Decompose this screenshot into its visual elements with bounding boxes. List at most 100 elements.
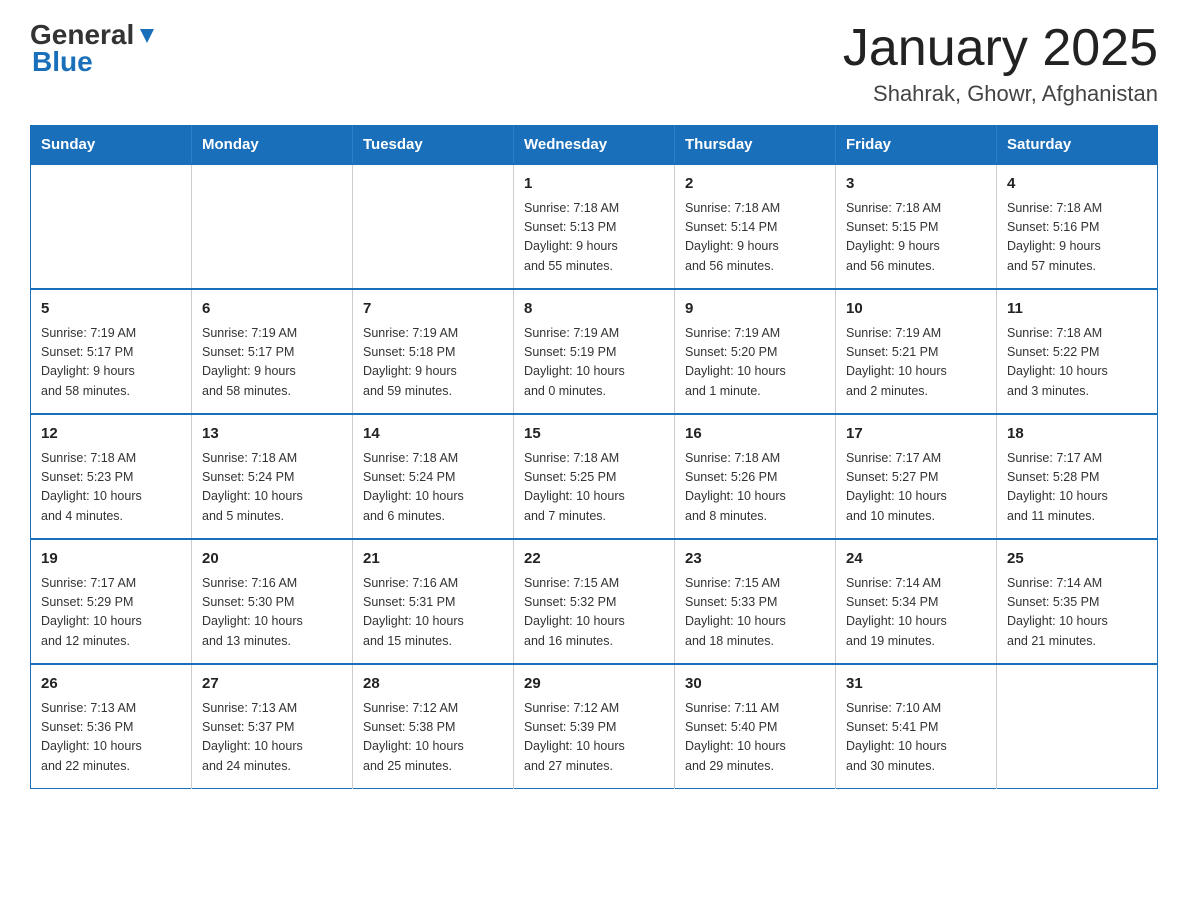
day-cell-19: 19Sunrise: 7:17 AM Sunset: 5:29 PM Dayli… [31,539,192,664]
day-info-12: Sunrise: 7:18 AM Sunset: 5:23 PM Dayligh… [41,449,181,527]
day-cell-20: 20 Sunrise: 7:16 AM Sunset: 5:30 PM Dayli… [192,539,353,664]
day-info-9: Sunrise: 7:19 AM Sunset: 5:20 PM Dayligh… [685,324,825,402]
day-info-30: Sunrise: 7:11 AM Sunset: 5:40 PM Dayligh… [685,699,825,777]
day-cell-5: 5Sunrise: 7:19 AM Sunset: 5:17 PM Daylig… [31,289,192,414]
day-info-17: Sunrise: 7:17 AM Sunset: 5:27 PM Dayligh… [846,449,986,527]
day-number-23: 23 [685,548,825,571]
day-cell-10: 10Sunrise: 7:19 AM Sunset: 5:21 PM Dayli… [836,289,997,414]
week-row-3: 12 Sunrise: 7:18 AM Sunset: 5:23 PM Dayli… [31,414,1158,539]
day-info-23: Sunrise: 7:15 AM Sunset: 5:33 PM Dayligh… [685,574,825,652]
day-cell-28: 28 Sunrise: 7:12 AM Sunset: 5:38 PM Dayli… [353,664,514,789]
day-cell-27: 27 Sunrise: 7:13 AM Sunset: 5:37 PM Dayli… [192,664,353,789]
week-row-2: 5 Sunrise: 7:19 AM Sunset: 5:17 PM Daylig… [31,289,1158,414]
logo: General Blue [30,20,158,78]
day-info-26: Sunrise: 7:13 AM Sunset: 5:36 PM Dayligh… [41,699,181,777]
day-info-25: Sunrise: 7:14 AM Sunset: 5:35 PM Dayligh… [1007,574,1147,652]
day-number-11: 11 [1007,298,1147,321]
day-cell-14: 14 Sunrise: 7:18 AM Sunset: 5:24 PM Dayli… [353,414,514,539]
day-info-20: Sunrise: 7:16 AM Sunset: 5:30 PM Dayligh… [202,574,342,652]
day-cell-24: 24 Sunrise: 7:14 AM Sunset: 5:34 PM Dayli… [836,539,997,664]
col-header-wednesday: Wednesday [514,126,675,165]
day-cell-7: 7 Sunrise: 7:19 AM Sunset: 5:18 PM Daylig… [353,289,514,414]
header-row: SundayMondayTuesdayWednesdayThursdayFrid… [31,126,1158,165]
day-info-16: Sunrise: 7:18 AM Sunset: 5:26 PM Dayligh… [685,449,825,527]
day-number-15: 15 [524,423,664,446]
day-number-6: 6 [202,298,342,321]
day-cell-15: 15 Sunrise: 7:18 AM Sunset: 5:25 PM Dayli… [514,414,675,539]
day-number-21: 21 [363,548,503,571]
day-cell-18: 18 Sunrise: 7:17 AM Sunset: 5:28 PM Dayli… [997,414,1158,539]
empty-cell [31,164,192,289]
day-info-31: Sunrise: 7:10 AM Sunset: 5:41 PM Dayligh… [846,699,986,777]
day-number-26: 26 [41,673,181,696]
title-block: January 2025 Shahrak, Ghowr, Afghanistan [843,20,1158,107]
day-number-29: 29 [524,673,664,696]
day-number-17: 17 [846,423,986,446]
calendar-title: January 2025 [843,20,1158,77]
day-info-24: Sunrise: 7:14 AM Sunset: 5:34 PM Dayligh… [846,574,986,652]
logo-blue-text: Blue [32,47,158,78]
day-cell-12: 12 Sunrise: 7:18 AM Sunset: 5:23 PM Dayli… [31,414,192,539]
day-cell-1: 1 Sunrise: 7:18 AM Sunset: 5:13 PM Daylig… [514,164,675,289]
day-info-3: Sunrise: 7:18 AM Sunset: 5:15 PM Dayligh… [846,199,986,277]
day-info-21: Sunrise: 7:16 AM Sunset: 5:31 PM Dayligh… [363,574,503,652]
day-info-6: Sunrise: 7:19 AM Sunset: 5:17 PM Dayligh… [202,324,342,402]
day-number-18: 18 [1007,423,1147,446]
day-cell-4: 4 Sunrise: 7:18 AM Sunset: 5:16 PM Daylig… [997,164,1158,289]
day-number-8: 8 [524,298,664,321]
week-row-4: 19Sunrise: 7:17 AM Sunset: 5:29 PM Dayli… [31,539,1158,664]
day-cell-2: 2 Sunrise: 7:18 AM Sunset: 5:14 PM Daylig… [675,164,836,289]
day-cell-3: 3Sunrise: 7:18 AM Sunset: 5:15 PM Daylig… [836,164,997,289]
day-cell-9: 9 Sunrise: 7:19 AM Sunset: 5:20 PM Daylig… [675,289,836,414]
day-info-11: Sunrise: 7:18 AM Sunset: 5:22 PM Dayligh… [1007,324,1147,402]
col-header-friday: Friday [836,126,997,165]
empty-cell [997,664,1158,789]
day-info-19: Sunrise: 7:17 AM Sunset: 5:29 PM Dayligh… [41,574,181,652]
day-cell-16: 16Sunrise: 7:18 AM Sunset: 5:26 PM Dayli… [675,414,836,539]
day-info-14: Sunrise: 7:18 AM Sunset: 5:24 PM Dayligh… [363,449,503,527]
day-cell-29: 29Sunrise: 7:12 AM Sunset: 5:39 PM Dayli… [514,664,675,789]
day-number-4: 4 [1007,173,1147,196]
day-number-7: 7 [363,298,503,321]
logo-triangle-icon [136,25,158,47]
day-cell-17: 17 Sunrise: 7:17 AM Sunset: 5:27 PM Dayli… [836,414,997,539]
col-header-thursday: Thursday [675,126,836,165]
day-info-1: Sunrise: 7:18 AM Sunset: 5:13 PM Dayligh… [524,199,664,277]
day-number-24: 24 [846,548,986,571]
day-info-18: Sunrise: 7:17 AM Sunset: 5:28 PM Dayligh… [1007,449,1147,527]
day-number-27: 27 [202,673,342,696]
day-cell-6: 6 Sunrise: 7:19 AM Sunset: 5:17 PM Daylig… [192,289,353,414]
day-info-15: Sunrise: 7:18 AM Sunset: 5:25 PM Dayligh… [524,449,664,527]
day-number-28: 28 [363,673,503,696]
col-header-sunday: Sunday [31,126,192,165]
col-header-monday: Monday [192,126,353,165]
day-cell-25: 25 Sunrise: 7:14 AM Sunset: 5:35 PM Dayli… [997,539,1158,664]
page-header: General Blue January 2025 Shahrak, Ghowr… [30,20,1158,107]
day-number-14: 14 [363,423,503,446]
day-number-9: 9 [685,298,825,321]
day-cell-13: 13Sunrise: 7:18 AM Sunset: 5:24 PM Dayli… [192,414,353,539]
week-row-1: 1 Sunrise: 7:18 AM Sunset: 5:13 PM Daylig… [31,164,1158,289]
day-info-2: Sunrise: 7:18 AM Sunset: 5:14 PM Dayligh… [685,199,825,277]
day-number-20: 20 [202,548,342,571]
day-number-10: 10 [846,298,986,321]
day-cell-11: 11 Sunrise: 7:18 AM Sunset: 5:22 PM Dayli… [997,289,1158,414]
day-info-27: Sunrise: 7:13 AM Sunset: 5:37 PM Dayligh… [202,699,342,777]
day-info-28: Sunrise: 7:12 AM Sunset: 5:38 PM Dayligh… [363,699,503,777]
day-cell-30: 30Sunrise: 7:11 AM Sunset: 5:40 PM Dayli… [675,664,836,789]
day-cell-22: 22Sunrise: 7:15 AM Sunset: 5:32 PM Dayli… [514,539,675,664]
day-number-12: 12 [41,423,181,446]
day-number-31: 31 [846,673,986,696]
day-number-1: 1 [524,173,664,196]
day-cell-26: 26 Sunrise: 7:13 AM Sunset: 5:36 PM Dayli… [31,664,192,789]
calendar-subtitle: Shahrak, Ghowr, Afghanistan [843,81,1158,107]
day-cell-31: 31 Sunrise: 7:10 AM Sunset: 5:41 PM Dayli… [836,664,997,789]
day-number-25: 25 [1007,548,1147,571]
day-number-5: 5 [41,298,181,321]
col-header-saturday: Saturday [997,126,1158,165]
day-number-2: 2 [685,173,825,196]
day-info-4: Sunrise: 7:18 AM Sunset: 5:16 PM Dayligh… [1007,199,1147,277]
day-cell-23: 23 Sunrise: 7:15 AM Sunset: 5:33 PM Dayli… [675,539,836,664]
day-info-7: Sunrise: 7:19 AM Sunset: 5:18 PM Dayligh… [363,324,503,402]
calendar-table: SundayMondayTuesdayWednesdayThursdayFrid… [30,125,1158,789]
